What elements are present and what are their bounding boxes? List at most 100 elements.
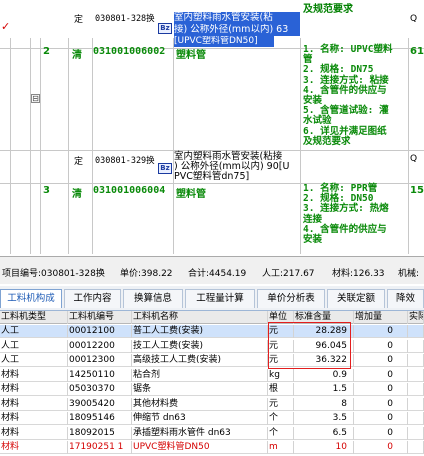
table-cell[interactable]: 普工人工费(安装) <box>132 325 268 338</box>
table-cell[interactable]: 人工 <box>0 325 68 338</box>
table-cell[interactable]: 人工 <box>0 339 68 353</box>
table-cell[interactable]: kg <box>268 368 294 382</box>
column-header[interactable]: 实际 <box>408 311 424 324</box>
table-row[interactable]: 材料 17190251 1 UPVC塑料管DN50 m 10 0 <box>0 441 424 454</box>
table-cell[interactable]: 粘合剂 <box>132 368 268 382</box>
tab-efficiency-reduction[interactable]: 降效 <box>387 289 424 308</box>
table-cell[interactable] <box>408 368 424 382</box>
table-cell[interactable]: 00012100 <box>68 325 132 338</box>
table-cell[interactable]: 0 <box>354 339 408 353</box>
table-row[interactable]: 定 030801-329换 Bz 室内塑料雨水管安装(粘接 ) 公称外径(mm以… <box>0 151 424 183</box>
tab-labor-material-machine[interactable]: 工料机构成 <box>0 289 62 308</box>
table-cell[interactable]: 0 <box>354 354 408 367</box>
table-cell[interactable]: 锯条 <box>132 383 268 396</box>
table-cell[interactable] <box>408 412 424 425</box>
table-cell[interactable]: 其他材料费 <box>132 397 268 411</box>
table-cell[interactable]: 材料 <box>0 383 68 396</box>
table-cell[interactable]: 18095146 <box>68 412 132 425</box>
table-cell[interactable] <box>408 339 424 353</box>
bz-icon[interactable]: Bz <box>158 23 172 34</box>
table-cell[interactable]: 人工 <box>0 354 68 367</box>
table-cell[interactable]: 00012300 <box>68 354 132 367</box>
table-row[interactable]: 材料 05030370 锯条根 1.5 0 <box>0 383 424 396</box>
table-cell[interactable]: 05030370 <box>68 383 132 396</box>
table-cell[interactable]: 0 <box>354 383 408 396</box>
table-cell[interactable]: 根 <box>268 383 294 396</box>
table-row[interactable]: 人工 00012200 技工人工费(安装) 元 96.045 0 <box>0 339 424 353</box>
table-cell[interactable]: UPVC塑料管DN50 <box>132 441 268 454</box>
table-cell[interactable] <box>408 325 424 338</box>
table-cell[interactable]: 18092015 <box>68 426 132 440</box>
table-row[interactable]: 人工 00012300 高级技工人工费(安装) 元 36.322 0 <box>0 354 424 367</box>
table-row[interactable]: 材料 39005420 其他材料费元 8 0 <box>0 397 424 411</box>
table-cell[interactable]: 3.5 <box>294 412 354 425</box>
table-cell[interactable]: 材料 <box>0 397 68 411</box>
table-row[interactable]: 人工 00012100 普工人工费(安装) 元 28.289 0 <box>0 325 424 338</box>
table-cell[interactable]: 96.045 <box>294 339 354 353</box>
table-cell[interactable] <box>408 426 424 440</box>
table-cell[interactable]: 0 <box>354 426 408 440</box>
table-cell[interactable]: 0 <box>354 441 408 454</box>
table-cell[interactable]: m <box>268 441 294 454</box>
table-cell[interactable]: 0 <box>354 397 408 411</box>
table-cell[interactable]: 8 <box>294 397 354 411</box>
table-row[interactable]: 3 清 031001006004 塑料管 1. 名称: PPR管 2. 规格: … <box>0 183 424 254</box>
table-cell[interactable]: 0 <box>354 368 408 382</box>
row-unit: Q <box>410 14 418 24</box>
table-cell[interactable]: 14250110 <box>68 368 132 382</box>
table-cell[interactable]: 10 <box>294 441 354 454</box>
table-cell[interactable] <box>408 441 424 454</box>
item-number: 项目编号:030801-328换 <box>2 269 105 279</box>
table-cell[interactable]: 材料 <box>0 441 68 454</box>
column-header[interactable]: 工料机类型 <box>0 311 68 324</box>
table-cell[interactable]: 材料 <box>0 412 68 425</box>
row-code: 031001006002 <box>93 46 166 57</box>
table-cell[interactable]: 元 <box>268 354 294 367</box>
table-cell[interactable] <box>408 397 424 411</box>
table-cell[interactable] <box>408 354 424 367</box>
tab-conversion-info[interactable]: 换算信息 <box>123 289 183 308</box>
table-cell[interactable]: 17190251 1 <box>68 441 132 454</box>
table-cell[interactable]: 28.289 <box>294 325 354 338</box>
table-cell[interactable]: 承插塑料雨水管件 dn63 <box>132 426 268 440</box>
table-cell[interactable]: 元 <box>268 397 294 411</box>
table-row[interactable]: 2 清 031001006002 塑料管 1. 名称: UPVC塑料 管 2. … <box>0 44 424 149</box>
row-name-line: 接) 公称外径(mm以内) 63 <box>174 24 300 36</box>
table-cell[interactable]: 0 <box>354 412 408 425</box>
table-cell[interactable]: 伸缩节 dn63 <box>132 412 268 425</box>
table-cell[interactable]: 高级技工人工费(安装) <box>132 354 268 367</box>
material-cost: 材料:126.33 <box>332 269 385 279</box>
table-cell[interactable]: 个 <box>268 412 294 425</box>
tab-unit-price-analysis[interactable]: 单价分析表 <box>257 289 325 308</box>
table-cell[interactable]: 36.322 <box>294 354 354 367</box>
tab-work-content[interactable]: 工作内容 <box>64 289 121 308</box>
table-row[interactable]: 材料 18092015 承插塑料雨水管件 dn63 个 6.5 0 <box>0 426 424 440</box>
table-cell[interactable]: 个 <box>268 426 294 440</box>
table-cell[interactable]: 材料 <box>0 368 68 382</box>
table-cell[interactable]: 0.9 <box>294 368 354 382</box>
table-cell[interactable] <box>408 383 424 396</box>
row-type: 定 <box>74 157 84 167</box>
table-row[interactable]: ✓ 定 030801-328换 Bz 室内塑料雨水管安装(粘 接) 公称外径(m… <box>0 0 424 47</box>
table-cell[interactable]: 元 <box>268 339 294 353</box>
table-row[interactable]: 材料 14250110 粘合剂 kg 0.9 0 <box>0 368 424 382</box>
column-header[interactable]: 标准含量 <box>294 311 354 324</box>
table-cell[interactable]: 0 <box>354 325 408 338</box>
table-cell[interactable]: 6.5 <box>294 426 354 440</box>
table-cell[interactable]: 技工人工费(安装) <box>132 339 268 353</box>
table-cell[interactable]: 材料 <box>0 426 68 440</box>
column-header[interactable]: 增加量 <box>354 311 408 324</box>
table-cell[interactable]: 00012200 <box>68 339 132 353</box>
tab-related-quota[interactable]: 关联定额 <box>327 289 385 308</box>
column-header[interactable]: 单位 <box>268 311 294 324</box>
column-header[interactable]: 工料机名称 <box>132 311 268 324</box>
column-header[interactable]: 工料机编号 <box>68 311 132 324</box>
table-row[interactable]: 材料 18095146 伸缩节 dn63 个 3.5 0 <box>0 412 424 425</box>
tab-quantity-calc[interactable]: 工程量计算 <box>185 289 255 308</box>
bz-icon[interactable]: Bz <box>158 163 172 174</box>
collapse-icon[interactable]: ⊟ <box>31 94 40 103</box>
table-cell[interactable]: 1.5 <box>294 383 354 396</box>
row-code: 030801-329换 <box>95 156 155 166</box>
table-cell[interactable]: 39005420 <box>68 397 132 411</box>
table-cell[interactable]: 元 <box>268 325 294 338</box>
